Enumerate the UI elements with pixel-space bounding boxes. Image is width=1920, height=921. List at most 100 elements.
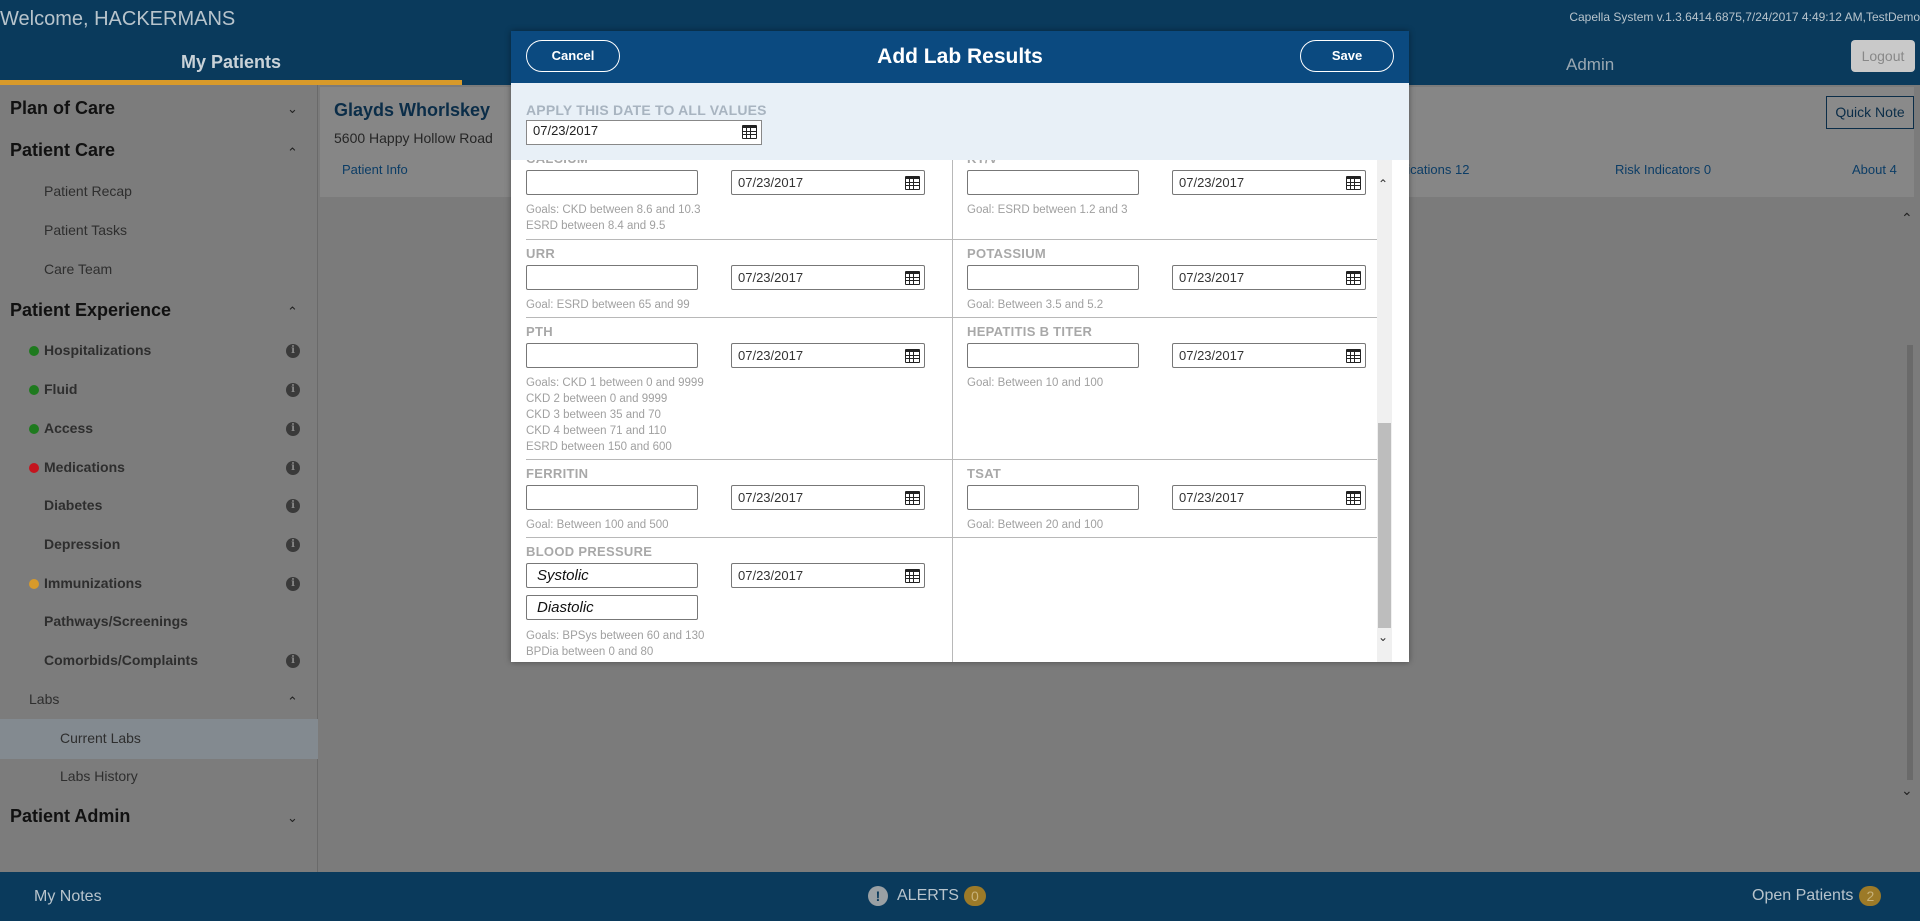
lab-title-kt-v: KT/V	[967, 160, 998, 166]
lab-date-input-pth[interactable]: 07/23/2017	[731, 343, 925, 368]
info-icon[interactable]: i	[286, 577, 300, 591]
sidebar-section-plan-of-care[interactable]: Plan of Care	[10, 98, 306, 119]
tab-risk-indicators[interactable]: Risk Indicators 0	[1615, 162, 1711, 177]
lab-date-input-blood-pressure[interactable]: 07/23/2017	[731, 563, 925, 588]
apply-date-field[interactable]: 07/23/2017	[526, 120, 762, 145]
lab-date-input-urr[interactable]: 07/23/2017	[731, 265, 925, 290]
chevron-up-icon[interactable]: ⌃	[287, 304, 298, 320]
sidebar-item-labs-history[interactable]: Labs History	[60, 768, 138, 784]
info-icon[interactable]: i	[286, 499, 300, 513]
quick-note-button[interactable]: Quick Note	[1826, 96, 1914, 129]
chevron-up-icon[interactable]: ⌃	[1378, 177, 1388, 191]
lab-date-input-tsat[interactable]: 07/23/2017	[1172, 485, 1366, 510]
lab-value-input-hepatitis-b-titer[interactable]	[967, 343, 1139, 368]
sidebar-section-patient-admin[interactable]: Patient Admin	[10, 806, 306, 827]
lab-value-input-potassium[interactable]	[967, 265, 1139, 290]
status-dot	[29, 346, 39, 356]
status-dot	[29, 463, 39, 473]
info-icon[interactable]: i	[286, 383, 300, 397]
sidebar-item-hospitalizations[interactable]: Hospitalizations	[44, 342, 151, 358]
lab-date-input-kt-v[interactable]: 07/23/2017	[1172, 170, 1366, 195]
lab-value-input-tsat[interactable]	[967, 485, 1139, 510]
lab-value-input-kt-v[interactable]	[967, 170, 1139, 195]
lab-value-input-ferritin[interactable]	[526, 485, 698, 510]
chevron-up-icon[interactable]: ⌃	[1901, 210, 1913, 227]
dialog-scrollbar-thumb[interactable]	[1378, 423, 1391, 628]
calendar-icon[interactable]	[905, 491, 920, 505]
sidebar-item-depression[interactable]: Depression	[44, 536, 120, 552]
lab-value-input-diastolic[interactable]: Diastolic	[526, 595, 698, 620]
info-icon[interactable]: i	[286, 422, 300, 436]
open-patients-count-badge: 2	[1859, 886, 1882, 906]
chevron-up-icon[interactable]: ⌃	[287, 145, 298, 161]
calendar-icon[interactable]	[905, 176, 920, 190]
dialog-header: Add Lab Results Cancel Save	[511, 31, 1409, 83]
sidebar-section-patient-care[interactable]: Patient Care	[10, 140, 306, 161]
lab-date-value: 07/23/2017	[738, 175, 804, 190]
alerts-link[interactable]: ! ALERTS 0	[868, 886, 986, 906]
lab-date-input-calcium[interactable]: 07/23/2017	[731, 170, 925, 195]
lab-value-input-pth[interactable]	[526, 343, 698, 368]
calendar-icon[interactable]	[1346, 271, 1361, 285]
sidebar-item-comorbids-complaints[interactable]: Comorbids/Complaints	[44, 652, 198, 668]
lab-value-input-calcium[interactable]	[526, 170, 698, 195]
lab-date-input-hepatitis-b-titer[interactable]: 07/23/2017	[1172, 343, 1366, 368]
info-icon[interactable]: i	[286, 461, 300, 475]
lab-date-input-potassium[interactable]: 07/23/2017	[1172, 265, 1366, 290]
tab-admin[interactable]: Admin	[1566, 55, 1614, 75]
sidebar-item-pathways-screenings[interactable]: Pathways/Screenings	[44, 613, 188, 629]
apply-date-label: APPLY THIS DATE TO ALL VALUES	[526, 102, 767, 118]
sidebar-section-patient-experience[interactable]: Patient Experience	[10, 300, 306, 321]
sidebar-item-immunizations[interactable]: Immunizations	[44, 575, 142, 591]
lab-title-calcium: CALCIUM	[526, 160, 588, 166]
lab-results-list: CALCIUM 07/23/2017 Goals: CKD between 8.6 …	[511, 160, 1409, 662]
logout-button[interactable]: Logout	[1851, 40, 1915, 72]
tab-about[interactable]: About 4	[1852, 162, 1897, 177]
lab-date-value: 07/23/2017	[738, 348, 804, 363]
save-button[interactable]: Save	[1300, 40, 1394, 72]
sidebar-item-labs[interactable]: Labs	[29, 691, 59, 707]
calendar-icon[interactable]	[1346, 491, 1361, 505]
lab-value-input-blood-pressure[interactable]: Systolic	[526, 563, 698, 588]
calendar-icon[interactable]	[905, 349, 920, 363]
sidebar-item-patient-recap[interactable]: Patient Recap	[44, 183, 132, 199]
lab-value-input-urr[interactable]	[526, 265, 698, 290]
calendar-icon[interactable]	[1346, 349, 1361, 363]
alerts-count-badge: 0	[963, 886, 986, 906]
calendar-icon[interactable]	[742, 125, 757, 139]
chevron-down-icon[interactable]: ⌄	[287, 810, 298, 826]
cancel-button[interactable]: Cancel	[526, 40, 620, 72]
calendar-icon[interactable]	[905, 271, 920, 285]
sidebar-item-fluid[interactable]: Fluid	[44, 381, 77, 397]
lab-goal-text-ferritin: Goal: Between 100 and 500	[526, 519, 669, 531]
chevron-up-icon[interactable]: ⌃	[287, 694, 298, 710]
sidebar-item-access[interactable]: Access	[44, 420, 93, 436]
lab-goal-text-calcium: Goals: CKD between 8.6 and 10.3 ESRD bet…	[526, 204, 701, 232]
chevron-down-icon[interactable]: ⌄	[287, 101, 298, 117]
lab-goal-text-urr: Goal: ESRD between 65 and 99	[526, 299, 690, 311]
my-notes-link[interactable]: My Notes	[34, 888, 102, 906]
chevron-down-icon[interactable]: ⌄	[1378, 630, 1388, 644]
sidebar-item-medications[interactable]: Medications	[44, 459, 125, 475]
calendar-icon[interactable]	[1346, 176, 1361, 190]
info-icon[interactable]: i	[286, 654, 300, 668]
sidebar-item-patient-tasks[interactable]: Patient Tasks	[44, 222, 127, 238]
chevron-down-icon[interactable]: ⌄	[1901, 782, 1913, 799]
open-patients-link[interactable]: Open Patients 2	[1752, 886, 1882, 906]
page-scrollbar[interactable]	[1907, 345, 1913, 780]
tab-patient-info[interactable]: Patient Info	[342, 162, 408, 177]
lab-title-urr: URR	[526, 246, 556, 261]
status-dot	[29, 385, 39, 395]
info-icon[interactable]: i	[286, 344, 300, 358]
lab-date-value: 07/23/2017	[1179, 175, 1245, 190]
sidebar	[0, 85, 318, 872]
column-divider	[952, 160, 953, 662]
sidebar-item-current-labs[interactable]: Current Labs	[60, 730, 141, 746]
lab-title-blood-pressure: BLOOD PRESSURE	[526, 544, 653, 559]
calendar-icon[interactable]	[905, 569, 920, 583]
lab-date-input-ferritin[interactable]: 07/23/2017	[731, 485, 925, 510]
sidebar-item-care-team[interactable]: Care Team	[44, 261, 112, 277]
tab-my-patients[interactable]: My Patients	[0, 52, 462, 73]
info-icon[interactable]: i	[286, 538, 300, 552]
sidebar-item-diabetes[interactable]: Diabetes	[44, 497, 102, 513]
